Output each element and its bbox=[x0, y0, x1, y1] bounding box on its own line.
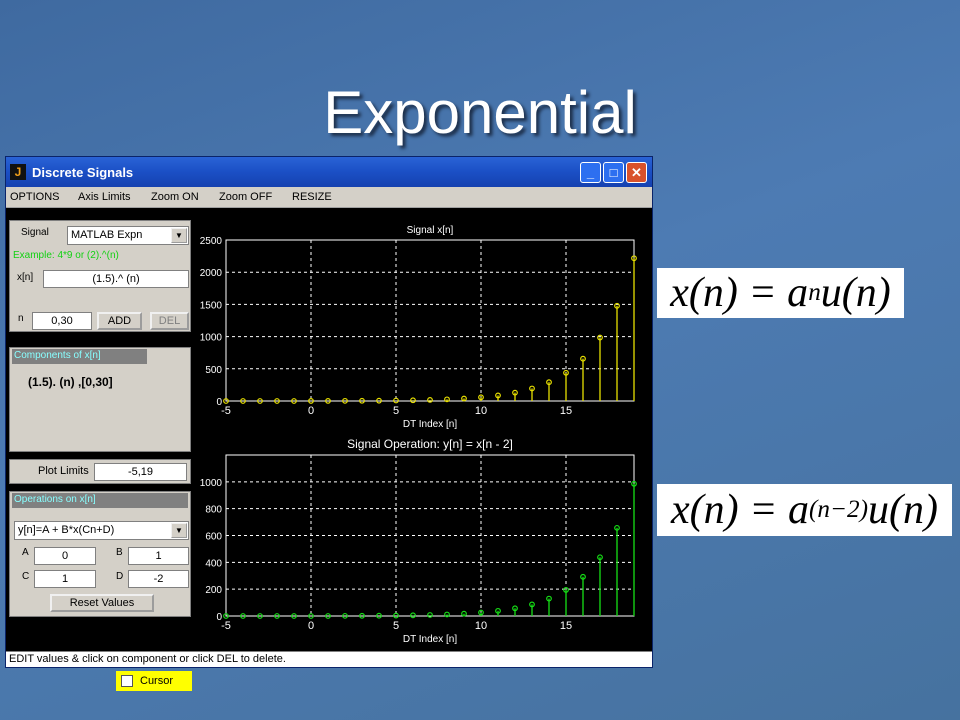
plot-limits-panel: Plot Limits -5,19 bbox=[9, 459, 191, 484]
menu-options[interactable]: OPTIONS bbox=[10, 191, 60, 203]
y-tick-label: 1000 bbox=[200, 333, 223, 344]
y-tick-label: 800 bbox=[205, 505, 222, 516]
x-axis-label: DT Index [n] bbox=[403, 634, 458, 645]
example-hint: Example: 4*9 or (2).^(n) bbox=[13, 250, 119, 261]
formula-shifted-exponential: x(n) = a (n−2) u(n) bbox=[657, 484, 952, 536]
plot-title: Signal x[n] bbox=[407, 225, 454, 236]
x-tick-label: 5 bbox=[393, 620, 399, 632]
y-tick-label: 200 bbox=[205, 585, 222, 596]
n-label: n bbox=[18, 313, 24, 324]
n-range-input[interactable]: 0,30 bbox=[32, 312, 92, 330]
signal-label: Signal bbox=[21, 227, 49, 238]
slide-title: Exponential bbox=[323, 79, 637, 146]
y-tick-label: 0 bbox=[216, 397, 222, 408]
del-button[interactable]: DEL bbox=[150, 312, 189, 330]
x-tick-label: 10 bbox=[475, 405, 487, 417]
formula-exponential: x(n) = a n u(n) bbox=[657, 268, 904, 318]
b-label: B bbox=[116, 547, 123, 558]
y-tick-label: 400 bbox=[205, 558, 222, 569]
component-item[interactable]: (1.5). (n) ,[0,30] bbox=[28, 375, 113, 389]
x-tick-label: 0 bbox=[308, 405, 314, 417]
y-tick-label: 1500 bbox=[200, 300, 223, 311]
reset-values-button[interactable]: Reset Values bbox=[50, 594, 154, 612]
cursor-toggle[interactable]: Cursor bbox=[116, 671, 192, 691]
chevron-down-icon[interactable]: ▼ bbox=[171, 228, 187, 243]
x-tick-label: -5 bbox=[221, 620, 231, 632]
menu-resize[interactable]: RESIZE bbox=[292, 191, 332, 203]
operations-header: Operations on x[n] bbox=[12, 493, 188, 508]
y-tick-label: 2000 bbox=[200, 268, 223, 279]
formula2-base: x(n) = a bbox=[671, 487, 809, 533]
operation-select[interactable]: y[n]=A + B*x(Cn+D) ▼ bbox=[14, 521, 189, 540]
y-tick-label: 1000 bbox=[200, 478, 223, 489]
a-label: A bbox=[22, 547, 29, 558]
components-panel: Components of x[n] (1.5). (n) ,[0,30] bbox=[9, 347, 191, 452]
xn-input[interactable]: (1.5).^ (n) bbox=[43, 270, 189, 288]
plot-limits-label: Plot Limits bbox=[38, 465, 89, 477]
figure-area: Signal MATLAB Expn ▼ Example: 4*9 or (2)… bbox=[6, 208, 652, 691]
status-bar: EDIT values & click on component or clic… bbox=[6, 651, 652, 667]
formula1-exponent: n bbox=[808, 279, 821, 306]
x-tick-label: -5 bbox=[221, 405, 231, 417]
formula2-tail: u(n) bbox=[867, 487, 938, 533]
maximize-button[interactable]: □ bbox=[603, 162, 624, 183]
plot-limits-input[interactable]: -5,19 bbox=[94, 463, 187, 481]
stem-plot-1: Signal x[n]-5 0 5 10 1505001000150020002500D… bbox=[200, 225, 637, 430]
c-label: C bbox=[22, 571, 30, 582]
x-tick-label: 10 bbox=[475, 620, 487, 632]
matlab-app-icon: J bbox=[10, 164, 26, 180]
y-tick-label: 600 bbox=[205, 532, 222, 543]
b-input[interactable]: 1 bbox=[128, 547, 189, 565]
minimize-button[interactable]: _ bbox=[580, 162, 601, 183]
cursor-label: Cursor bbox=[140, 675, 174, 687]
menu-zoom-off[interactable]: Zoom OFF bbox=[219, 191, 272, 203]
x-tick-label: 15 bbox=[560, 620, 572, 632]
formula1-base: x(n) = a bbox=[670, 270, 809, 316]
a-input[interactable]: 0 bbox=[34, 547, 96, 565]
y-tick-label: 500 bbox=[205, 365, 222, 376]
d-label: D bbox=[116, 571, 124, 582]
y-tick-label: 0 bbox=[216, 612, 222, 623]
signal-type-value: MATLAB Expn bbox=[71, 229, 143, 241]
x-tick-label: 5 bbox=[393, 405, 399, 417]
y-tick-label: 2500 bbox=[200, 236, 223, 247]
plots-area: Signal x[n]-5 0 5 10 1505001000150020002500D… bbox=[200, 225, 637, 645]
x-axis-label: DT Index [n] bbox=[403, 419, 458, 430]
components-header: Components of x[n] bbox=[12, 349, 147, 364]
plot-axes-box bbox=[225, 239, 635, 402]
x-tick-label: 15 bbox=[560, 405, 572, 417]
chevron-down-icon[interactable]: ▼ bbox=[171, 523, 187, 538]
signal-type-select[interactable]: MATLAB Expn ▼ bbox=[67, 226, 189, 245]
add-button[interactable]: ADD bbox=[97, 312, 142, 330]
window-title: Discrete Signals bbox=[32, 165, 134, 180]
window-titlebar[interactable]: J Discrete Signals _ □ ✕ bbox=[6, 157, 652, 187]
formula1-tail: u(n) bbox=[820, 270, 891, 316]
formula2-exponent: (n−2) bbox=[809, 496, 868, 523]
operation-select-value: y[n]=A + B*x(Cn+D) bbox=[18, 524, 115, 536]
x-tick-label: 0 bbox=[308, 620, 314, 632]
c-input[interactable]: 1 bbox=[34, 570, 96, 588]
menu-axis-limits[interactable]: Axis Limits bbox=[78, 191, 131, 203]
stem-plot-2: Signal Operation: y[n] = x[n - 2]-5 0 5 10 1… bbox=[200, 437, 637, 645]
discrete-signals-window: J Discrete Signals _ □ ✕ OPTIONS Axis Li… bbox=[5, 156, 653, 691]
close-button[interactable]: ✕ bbox=[626, 162, 647, 183]
menu-bar: OPTIONS Axis Limits Zoom ON Zoom OFF RES… bbox=[6, 187, 652, 208]
d-input[interactable]: -2 bbox=[128, 570, 189, 588]
cursor-checkbox[interactable] bbox=[121, 675, 133, 687]
operations-panel: Operations on x[n] y[n]=A + B*x(Cn+D) ▼ … bbox=[9, 491, 191, 617]
xn-label: x[n] bbox=[17, 272, 34, 283]
signal-panel: Signal MATLAB Expn ▼ Example: 4*9 or (2)… bbox=[9, 220, 191, 332]
menu-zoom-on[interactable]: Zoom ON bbox=[151, 191, 199, 203]
plot-title: Signal Operation: y[n] = x[n - 2] bbox=[347, 437, 513, 451]
